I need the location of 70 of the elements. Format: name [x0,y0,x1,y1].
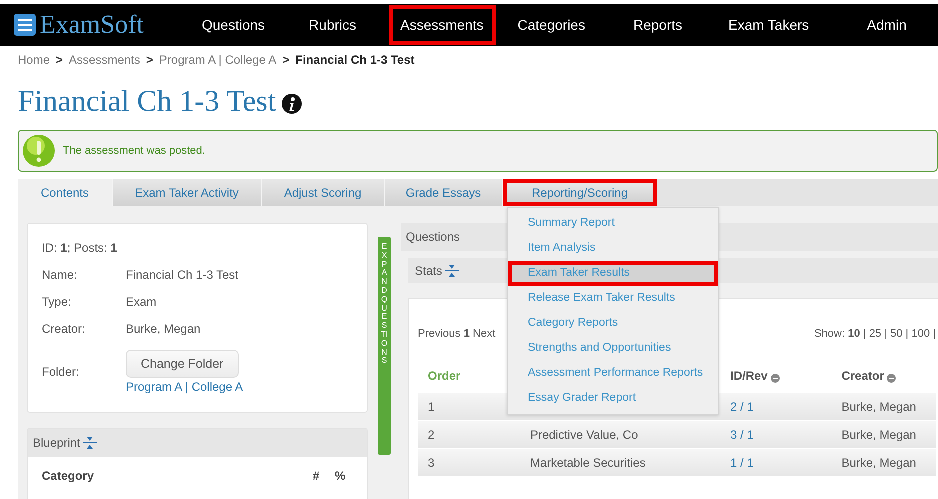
alert-message: The assessment was posted. [63,145,206,157]
tab[interactable]: Exam Taker Activity [113,179,262,206]
table-cell: 1 [428,400,435,414]
id-link[interactable]: 2 / 1 [730,400,754,414]
panel-title: Blueprint [33,436,80,450]
table-cell: Predictive Value, Co [530,428,638,442]
breadcrumb-separator: > [146,53,154,67]
nav-link[interactable]: Categories [506,5,598,45]
menu-icon[interactable] [14,14,36,36]
field-label: Name: [42,268,78,282]
nav-link[interactable]: Questions [190,5,278,45]
page-size-options[interactable]: Show: 10 | 25 | 50 | 100 | [814,328,936,340]
field-value: Exam [126,294,157,308]
column-header[interactable]: ID/Rev [730,369,768,383]
menu-item[interactable]: Essay Grader Report [508,386,718,411]
menu-item[interactable]: Item Analysis [508,236,718,261]
field-label: Folder: [42,365,80,379]
tab[interactable]: Grade Essays [385,179,503,206]
breadcrumb-link[interactable]: Assessments [69,53,140,67]
nav-link[interactable]: Reports [621,5,694,45]
column-header[interactable]: Order [428,369,461,383]
breadcrumb-separator: > [282,53,290,67]
field-label: Creator: [42,322,86,336]
breadcrumb-current[interactable]: Financial Ch 1-3 Test [296,53,415,67]
field-label: Type: [42,294,72,308]
pagination[interactable]: Previous 1 Next [418,328,496,340]
sort-icon[interactable] [887,372,896,382]
table-cell: Marketable Securities [530,456,646,470]
field-value: Financial Ch 1-3 Test [126,268,238,282]
menu-item[interactable]: Category Reports [508,311,718,336]
nav-link[interactable]: Assessments [388,5,496,45]
page-title: Financial Ch 1-3 Test [18,85,276,119]
app-logo[interactable]: ExamSoft [40,12,144,38]
tab[interactable]: Reporting/Scoring [503,179,657,206]
tab[interactable]: Adjust Scoring [262,179,385,206]
column-header: % [335,469,347,483]
breadcrumb-separator: > [56,53,64,67]
menu-item[interactable]: Exam Taker Results [508,261,718,286]
column-header: Category [42,469,96,483]
column-header[interactable]: Creator [842,369,884,383]
tab[interactable]: Contents [18,179,113,206]
nav-link[interactable]: Exam Takers [716,5,822,45]
table-cell: 2 [428,428,435,442]
folder-link[interactable]: Program A | College A [126,380,244,394]
collapse-icon[interactable] [445,264,460,276]
menu-item[interactable]: Strengths and Opportunities [508,336,718,361]
menu-item[interactable]: Assessment Performance Reports [508,361,718,386]
change-folder-button[interactable]: Change Folder [126,350,239,378]
sort-icon[interactable] [770,372,780,382]
alert-icon [23,135,55,167]
nav-link[interactable]: Rubrics [297,5,369,45]
breadcrumb-link[interactable]: Program A | College A [159,53,277,67]
summary-text: ID: 1; Posts: 1 [42,240,118,254]
stats-label: Stats [415,264,442,278]
nav-link[interactable]: Admin [855,5,919,45]
id-link[interactable]: 3 / 1 [730,428,754,442]
id-link[interactable]: 1 / 1 [730,456,754,470]
table-cell: Burke, Megan [842,428,916,442]
info-icon[interactable] [282,94,302,114]
field-value: Burke, Megan [126,322,201,336]
panel-title: Questions [406,230,460,244]
menu-item[interactable]: Release Exam Taker Results [508,286,718,311]
table-cell: Burke, Megan [842,400,916,414]
table-cell: Burke, Megan [842,456,916,470]
breadcrumb-link[interactable]: Home [18,53,50,67]
collapse-icon[interactable] [83,437,98,449]
column-header: # [313,469,321,483]
table-cell: 3 [428,456,435,470]
expand-questions-bar[interactable]: EXPAND QUESTIONS [378,237,391,455]
menu-item[interactable]: Summary Report [508,211,718,236]
